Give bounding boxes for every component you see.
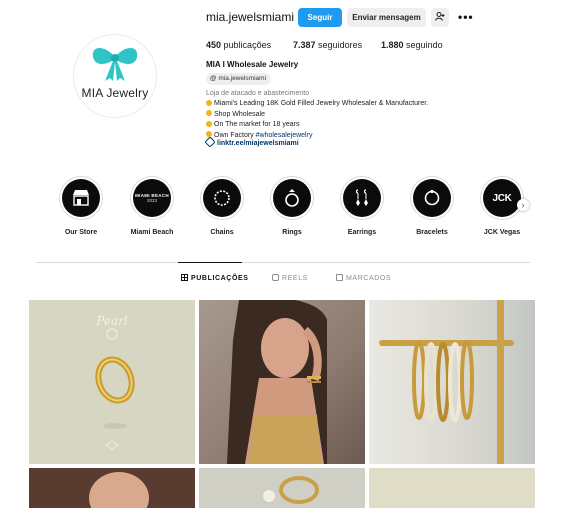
post-tile-pearl-ring[interactable] (199, 468, 365, 508)
highlight-rings[interactable]: Rings (262, 176, 322, 236)
posts-count: 450 (206, 40, 222, 50)
storefront-icon (73, 190, 89, 206)
followers-label: seguidores (318, 40, 363, 50)
add-person-icon (435, 12, 445, 21)
post-tile-jewelry[interactable] (369, 468, 535, 508)
profile-username: mia.jewelsmiami (206, 10, 295, 24)
bio-line: Miami's Leading 18K Gold Filled Jewelry … (206, 99, 428, 110)
posts-stat[interactable]: 450 publicações (206, 40, 271, 50)
tabs-divider (36, 262, 530, 263)
bracelet-icon (424, 189, 440, 206)
more-icon: ••• (458, 10, 474, 24)
avatar-logo-text: MIA Jewelry (81, 86, 149, 100)
highlight-label: Our Store (64, 229, 98, 236)
profile-avatar[interactable]: MIA Jewelry (73, 34, 157, 118)
highlight-label: Earrings (347, 229, 377, 236)
highlight-miami-beach[interactable]: MIAMI BEACH 2023 Miami Beach (122, 176, 182, 236)
highlight-bracelets[interactable]: Bracelets (402, 176, 462, 236)
highlight-label: Bracelets (416, 229, 448, 236)
sparkle-emoji-icon (206, 110, 212, 116)
chevron-right-icon: › (521, 200, 525, 210)
gold-emoji-icon (206, 99, 212, 106)
tab-reels[interactable]: REELS (272, 274, 308, 282)
grid-icon (181, 274, 188, 281)
followers-count: 7.387 (293, 40, 316, 50)
bow-logo-icon (92, 48, 138, 81)
highlight-chains[interactable]: Chains (192, 176, 252, 236)
following-stat[interactable]: 1.880 seguindo (381, 40, 443, 50)
pearl-ring-image (263, 476, 319, 504)
tab-publicacoes[interactable]: PUBLICAÇÕES (181, 274, 249, 282)
send-message-button[interactable]: Enviar mensagem (347, 8, 426, 27)
tab-marcados[interactable]: MARCADOS (336, 274, 391, 282)
post-tile-bracelets-stand[interactable] (369, 300, 535, 464)
highlights-next-button[interactable]: › (517, 199, 529, 211)
highlight-earrings[interactable]: Earrings (332, 176, 392, 236)
active-tab-indicator (178, 262, 242, 263)
post-tile-ring[interactable]: Pearl (29, 300, 195, 464)
highlight-our-store[interactable]: Our Store (51, 176, 111, 236)
highlight-label: JCK Vegas (483, 229, 521, 236)
threads-badge[interactable]: @ mia.jewelsmiami (206, 73, 272, 85)
followers-stat[interactable]: 7.387 seguidores (293, 40, 362, 50)
miami-beach-badge-year: 2023 (146, 198, 157, 203)
tagged-icon (336, 274, 343, 281)
highlight-label: Chains (210, 229, 234, 236)
model-portrait-image (227, 300, 327, 464)
profile-full-name: MIA I Wholesale Jewelry (206, 60, 299, 69)
sparkle-emoji-icon (206, 120, 212, 127)
ring-icon (285, 189, 299, 207)
more-options-button[interactable]: ••• (458, 10, 474, 24)
chain-icon (214, 190, 230, 206)
highlight-label: Rings (282, 229, 302, 236)
following-count: 1.880 (381, 40, 404, 50)
posts-label: publicações (223, 40, 272, 50)
highlight-label: Miami Beach (130, 229, 174, 236)
post-tile-portrait[interactable] (29, 468, 195, 508)
bio-line: On The market for 18 years (206, 120, 428, 131)
following-label: seguindo (406, 40, 443, 50)
jck-badge-text: JCK (492, 192, 512, 204)
earrings-icon (355, 189, 368, 206)
follow-button[interactable]: Seguir (298, 8, 342, 27)
profile-bio: Miami's Leading 18K Gold Filled Jewelry … (206, 99, 428, 141)
profile-category: Loja de atacado e abastecimento (206, 90, 310, 97)
threads-handle: mia.jewelsmiami (218, 75, 267, 82)
portrait-image (29, 468, 195, 508)
reels-icon (272, 274, 279, 281)
bracelets-stand-image (379, 300, 514, 464)
profile-link[interactable]: linktr.ee/miajewelsmiami (204, 136, 299, 148)
post-tile-model[interactable] (199, 300, 365, 464)
link-icon (204, 136, 216, 148)
threads-icon: @ (210, 75, 217, 82)
gold-ring-image (95, 328, 135, 450)
bio-line: Shop Wholesale (206, 110, 428, 121)
suggest-accounts-button[interactable] (431, 8, 449, 27)
